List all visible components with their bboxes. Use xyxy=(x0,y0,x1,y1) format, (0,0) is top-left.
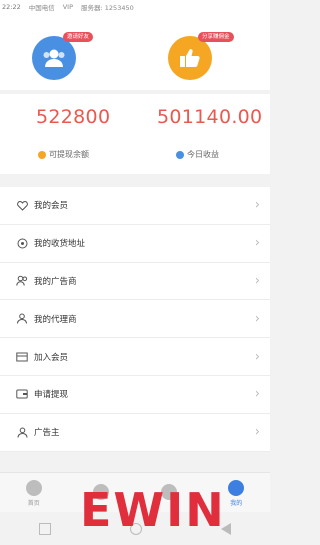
menu-item-advertisers[interactable]: 我的广告商 › xyxy=(0,263,270,301)
today-earnings-value: 501140.00 xyxy=(157,106,263,128)
menu-item-my-members[interactable]: 我的会员 › xyxy=(0,187,270,225)
earnings-icon xyxy=(176,150,184,159)
invite-badge: 邀请好友 xyxy=(63,32,94,42)
chevron-right-icon: › xyxy=(254,424,260,440)
status-time: 22:22 xyxy=(2,3,21,11)
thumbs-up-icon xyxy=(180,49,200,67)
chevron-right-icon: › xyxy=(254,311,260,327)
home-icon xyxy=(25,479,42,496)
balance-stats: 522800 501140.00 可提现余额 今日收益 xyxy=(0,94,270,174)
menu-item-label: 申请提现 xyxy=(34,390,69,401)
chevron-right-icon: › xyxy=(254,273,260,289)
menu-item-withdraw[interactable]: 申请提现 › xyxy=(0,376,270,414)
menu-item-agents[interactable]: 我的代理商 › xyxy=(0,300,270,339)
group-icon xyxy=(43,49,65,67)
menu-item-label: 我的会员 xyxy=(34,201,69,212)
chevron-right-icon: › xyxy=(254,349,260,365)
chevron-right-icon: › xyxy=(254,386,260,402)
share-commission-button[interactable] xyxy=(168,36,212,80)
status-carrier: 中国电信 xyxy=(28,4,55,12)
heart-shield-icon xyxy=(16,199,28,211)
users-icon xyxy=(16,275,28,287)
agent-icon xyxy=(16,313,28,325)
wallet-icon xyxy=(16,388,28,400)
status-extra: 服务器: 1253450 xyxy=(81,4,134,12)
coin-icon xyxy=(38,150,46,159)
menu-item-join-membership[interactable]: 加入会员 › xyxy=(0,338,270,376)
watermark-text: EWIN xyxy=(80,483,226,537)
recent-apps-button[interactable] xyxy=(39,522,52,535)
chevron-right-icon: › xyxy=(254,235,260,251)
card-icon xyxy=(16,351,28,363)
user-icon xyxy=(228,479,245,496)
chevron-right-icon: › xyxy=(254,197,260,213)
status-vip: VIP xyxy=(62,3,74,11)
person-icon xyxy=(16,426,28,438)
menu-item-address[interactable]: 我的收货地址 › xyxy=(0,225,270,263)
menu-item-label: 我的广告商 xyxy=(34,276,77,287)
location-icon xyxy=(16,237,28,249)
withdrawable-balance-label: 可提现余额 xyxy=(38,149,89,160)
menu-item-label: 我的收货地址 xyxy=(34,239,86,250)
share-badge: 分享赚佣金 xyxy=(198,32,234,42)
menu-item-label: 广告主 xyxy=(34,428,60,439)
withdrawable-balance-value: 522800 xyxy=(36,106,111,128)
top-actions-card: 邀请好友 分享赚佣金 xyxy=(0,14,270,90)
tab-home[interactable]: 首页 xyxy=(0,473,68,513)
status-bar: 22:22 中国电信 VIP 服务器: 1253450 xyxy=(0,0,270,14)
menu-item-label: 我的代理商 xyxy=(34,314,77,325)
today-earnings-label: 今日收益 xyxy=(176,149,219,160)
menu-item-advertiser-owner[interactable]: 广告主 › xyxy=(0,414,270,452)
menu-list: 我的会员 › 我的收货地址 › 我的广告商 › 我的代理商 › 加入会员 › 申… xyxy=(0,187,270,452)
menu-item-label: 加入会员 xyxy=(34,352,69,363)
invite-friends-button[interactable] xyxy=(32,36,76,80)
